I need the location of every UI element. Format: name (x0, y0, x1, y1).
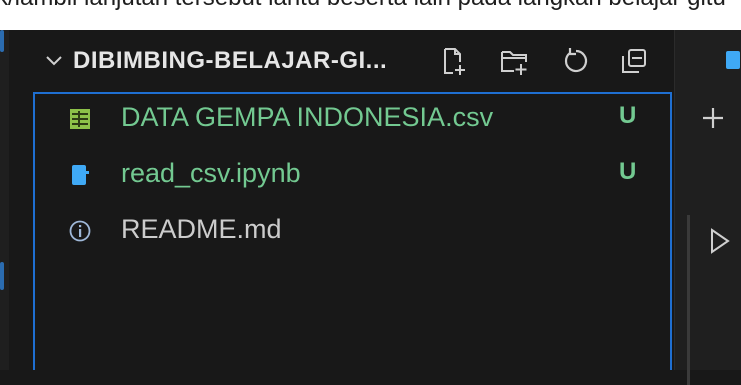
tab-icon[interactable] (725, 50, 741, 70)
notebook-icon (72, 165, 89, 185)
table-icon (70, 109, 90, 129)
collapse-all-button[interactable] (617, 44, 651, 78)
new-folder-button[interactable] (497, 44, 531, 78)
file-name: DATA GEMPA INDONESIA.csv (121, 102, 494, 132)
file-tree: DATA GEMPA INDONESIA.csv U read_csv.ipyn… (33, 92, 672, 370)
file-row-readme-md[interactable]: README.md (35, 206, 670, 262)
top-strip-text: k/lambil lanjutan tersebut lantu beserta… (0, 0, 726, 12)
new-folder-icon (501, 51, 527, 75)
info-icon (69, 220, 91, 242)
top-strip: k/lambil lanjutan tersebut lantu beserta… (0, 0, 741, 30)
new-file-icon (444, 48, 465, 75)
play-icon[interactable] (709, 228, 731, 254)
explorer-panel: DIBIMBING-BELAJAR-GI... DATA GEMPA INDON… (9, 30, 674, 370)
refresh-button[interactable] (559, 44, 593, 78)
git-status-badge: U (619, 102, 637, 129)
left-gutter (0, 30, 9, 370)
git-status-badge: U (619, 158, 637, 185)
explorer-section-header[interactable]: DIBIMBING-BELAJAR-GI... (9, 30, 674, 90)
collapse-all-icon (622, 49, 646, 73)
gutter-marker (0, 30, 4, 52)
gutter-marker (0, 262, 4, 290)
refresh-icon (564, 48, 588, 73)
chevron-down-icon[interactable] (45, 54, 63, 68)
editor-side-panel (674, 30, 741, 385)
plus-icon[interactable] (701, 106, 725, 130)
workspace-title: DIBIMBING-BELAJAR-GI... (73, 47, 388, 74)
file-row-read-csv-ipynb[interactable]: read_csv.ipynb U (35, 150, 670, 206)
file-name: read_csv.ipynb (121, 158, 301, 188)
file-row-data-gempa-csv[interactable]: DATA GEMPA INDONESIA.csv U (35, 94, 670, 150)
file-name: README.md (121, 214, 282, 244)
new-file-button[interactable] (437, 44, 471, 78)
scrollbar[interactable] (687, 215, 690, 385)
